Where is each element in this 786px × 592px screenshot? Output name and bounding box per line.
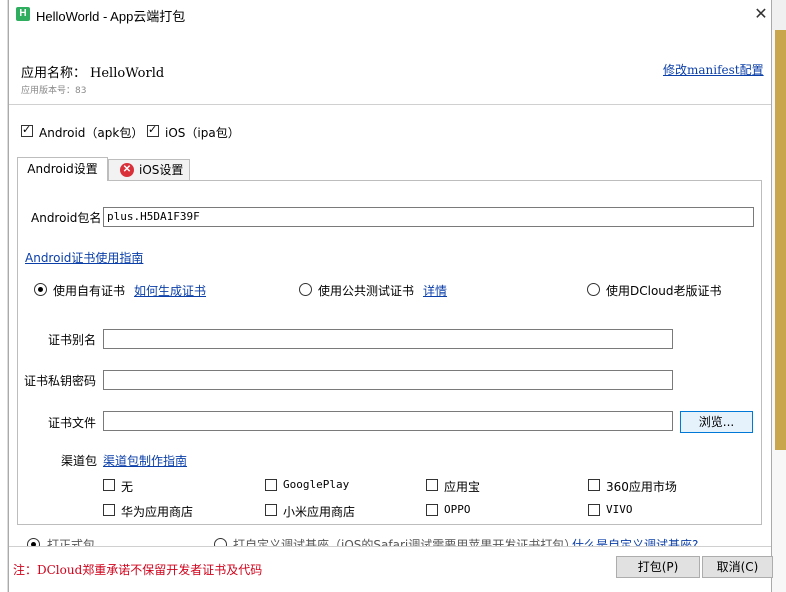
app-name-value: HelloWorld (90, 66, 165, 81)
android-cert-guide-link[interactable]: Android证书使用指南 (25, 249, 143, 266)
custom-base-help-link[interactable]: 什么是自定义调试基座? (572, 536, 698, 546)
divider (9, 104, 771, 105)
custom-base-radio[interactable] (214, 538, 227, 546)
ios-platform-checkbox[interactable] (147, 123, 159, 137)
channel-none-label: 无 (121, 480, 134, 494)
pack-button[interactable]: 打包(P) (616, 556, 700, 578)
public-test-cert-radio[interactable] (299, 283, 312, 296)
tab-ios-label: iOS设置 (139, 163, 184, 177)
android-platform-checkbox[interactable] (21, 123, 33, 137)
background-editor-gutter (0, 0, 8, 592)
android-platform-label: Android（apk包） (39, 126, 144, 140)
channel-guide-link[interactable]: 渠道包制作指南 (103, 452, 187, 469)
channel-huawei-checkbox[interactable] (103, 504, 115, 516)
window-title: HelloWorld - App云端打包 (36, 9, 186, 24)
title-bar: H HelloWorld - App云端打包 ✕ (9, 0, 771, 30)
cert-file-input[interactable] (103, 411, 673, 431)
cert-password-label: 证书私钥密码 (24, 374, 97, 388)
channel-360-label: 360应用市场 (606, 480, 677, 494)
package-name-label: Android包名 (31, 211, 102, 225)
channel-360-checkbox[interactable] (588, 479, 600, 491)
channel-googleplay-checkbox[interactable] (265, 479, 277, 491)
ios-platform-label: iOS（ipa包） (165, 126, 240, 140)
cert-alias-label: 证书别名 (48, 333, 97, 347)
channel-huawei-label: 华为应用商店 (121, 505, 194, 519)
privacy-note: 注：DCloud郑重承诺不保留开发者证书及代码 (13, 563, 263, 577)
hbuilder-logo-icon: H (16, 7, 30, 21)
channel-yingyongbao-label: 应用宝 (444, 480, 481, 494)
release-build-label: 打正式包 (47, 538, 96, 546)
channel-label: 渠道包 (61, 454, 98, 468)
channel-none-checkbox[interactable] (103, 479, 115, 491)
error-icon: ✕ (120, 163, 134, 177)
channel-vivo-label: VIVO (606, 503, 633, 516)
package-name-input[interactable]: plus.H5DA1F39F (103, 207, 754, 227)
app-name-label: 应用名称： (21, 66, 87, 81)
divider (9, 546, 771, 547)
release-build-radio[interactable] (27, 538, 40, 546)
cert-password-input[interactable] (103, 370, 673, 390)
channel-xiaomi-label: 小米应用商店 (283, 505, 356, 519)
pack-dialog: H HelloWorld - App云端打包 ✕ 应用名称： HelloWorld… (8, 0, 773, 592)
channel-xiaomi-checkbox[interactable] (265, 504, 277, 516)
channel-yingyongbao-checkbox[interactable] (426, 479, 438, 491)
browse-button[interactable]: 浏览... (680, 411, 753, 433)
cert-alias-input[interactable] (103, 329, 673, 349)
channel-oppo-checkbox[interactable] (426, 504, 438, 516)
cancel-button[interactable]: 取消(C) (702, 556, 773, 578)
app-name-row: 应用名称： HelloWorld (21, 62, 164, 81)
android-settings-panel (17, 180, 762, 525)
cert-file-label: 证书文件 (48, 416, 97, 430)
edit-manifest-link[interactable]: 修改manifest配置 (663, 61, 764, 78)
app-version-text: 应用版本号：83 (21, 86, 87, 96)
channel-googleplay-label: GooglePlay (283, 478, 350, 491)
cert-details-link[interactable]: 详情 (423, 282, 447, 299)
channel-vivo-checkbox[interactable] (588, 504, 600, 516)
background-scrollbar (775, 30, 786, 450)
dcloud-old-cert-radio[interactable] (587, 283, 600, 296)
dcloud-old-cert-label: 使用DCloud老版证书 (606, 284, 722, 298)
tab-android-settings[interactable]: Android设置 (17, 157, 108, 181)
own-cert-radio[interactable] (34, 283, 47, 296)
channel-oppo-label: OPPO (444, 503, 471, 516)
public-test-cert-label: 使用公共测试证书 (318, 284, 415, 298)
how-to-generate-cert-link[interactable]: 如何生成证书 (134, 282, 206, 299)
own-cert-label: 使用自有证书 (53, 284, 126, 298)
build-type-row: 打正式包 打自定义调试基座（iOS的Safari调试需要用苹果开发证书打包） 什… (9, 534, 771, 546)
tab-ios-settings[interactable]: ✕ iOS设置 (108, 159, 190, 181)
custom-base-label: 打自定义调试基座（iOS的Safari调试需要用苹果开发证书打包） (233, 538, 577, 546)
close-button[interactable]: ✕ (751, 4, 771, 24)
